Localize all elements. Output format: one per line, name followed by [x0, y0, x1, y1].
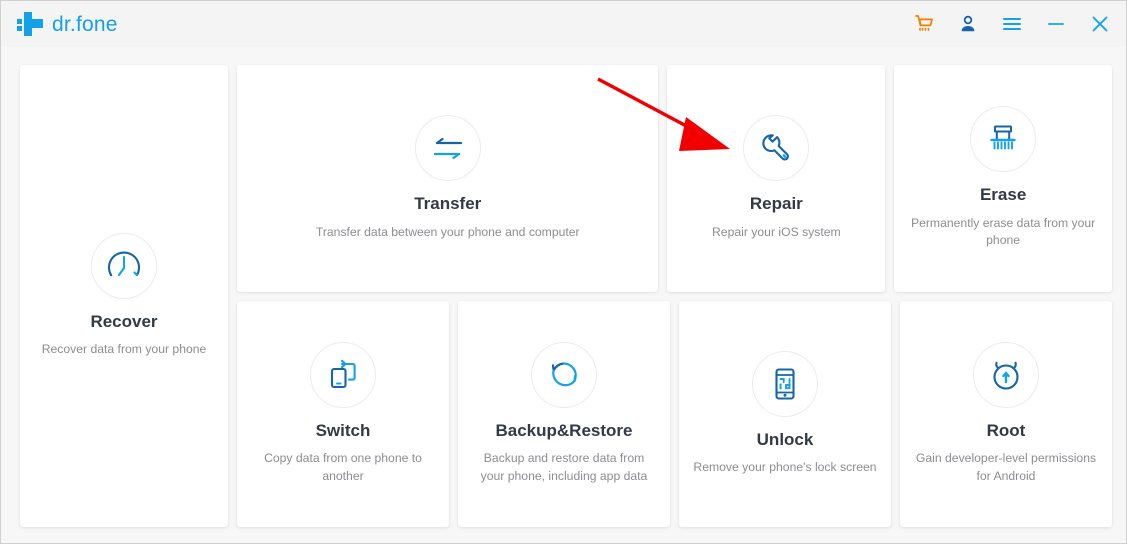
- module-card-unlock[interactable]: Unlock Remove your phone's lock screen: [679, 300, 891, 527]
- module-title: Recover: [90, 311, 158, 331]
- module-description: Repair your iOS system: [712, 224, 841, 239]
- module-grid: Recover Recover data from your phone Tra…: [1, 47, 1126, 543]
- two-way-arrows-icon: [414, 115, 481, 182]
- module-card-backup-restore[interactable]: Backup&Restore Backup and restore data f…: [458, 300, 670, 527]
- title-bar: dr.fone: [1, 1, 1126, 47]
- module-description: Transfer data between your phone and com…: [315, 224, 580, 239]
- cart-icon[interactable]: [912, 12, 936, 36]
- module-title: Backup&Restore: [495, 420, 633, 440]
- left-column: Recover Recover data from your phone: [20, 65, 228, 527]
- phone-pattern-lock-icon: [752, 350, 818, 417]
- module-description: Recover data from your phone: [41, 342, 207, 357]
- module-description: Backup and restore data from your phone,…: [480, 451, 648, 483]
- phone-switch-icon: [310, 341, 376, 408]
- module-title: Transfer: [414, 194, 482, 214]
- window-controls: [912, 12, 1112, 36]
- module-card-recover[interactable]: Recover Recover data from your phone: [20, 65, 228, 527]
- clock-recover-icon: [91, 232, 157, 299]
- close-icon[interactable]: [1088, 12, 1112, 36]
- module-card-switch[interactable]: Switch Copy data from one phone to anoth…: [237, 300, 449, 527]
- module-title: Repair: [749, 194, 803, 214]
- module-card-repair[interactable]: Repair Repair your iOS system: [667, 65, 886, 292]
- module-title: Switch: [315, 420, 371, 440]
- menu-icon[interactable]: [1000, 12, 1024, 36]
- module-row-2: Switch Copy data from one phone to anoth…: [237, 300, 1112, 527]
- right-columns: Transfer Transfer data between your phon…: [237, 65, 1112, 527]
- module-row-1: Transfer Transfer data between your phon…: [237, 65, 1112, 292]
- module-title: Unlock: [756, 429, 814, 449]
- module-title: Root: [986, 420, 1026, 440]
- module-title: Erase: [979, 185, 1027, 205]
- plus-cross-logo-icon: [17, 12, 43, 36]
- account-icon[interactable]: [956, 12, 980, 36]
- module-description: Permanently erase data from your phone: [910, 215, 1096, 248]
- module-card-root[interactable]: Root Gain developer-level permissions fo…: [900, 300, 1112, 527]
- module-card-transfer[interactable]: Transfer Transfer data between your phon…: [237, 65, 659, 292]
- module-card-erase[interactable]: Erase Permanently erase data from your p…: [894, 65, 1112, 292]
- shredder-icon: [970, 106, 1037, 173]
- module-description: Gain developer-level permissions for And…: [915, 451, 1097, 483]
- brand: dr.fone: [17, 12, 118, 36]
- android-root-icon: [973, 341, 1039, 408]
- wrench-icon: [743, 115, 810, 182]
- minimize-icon[interactable]: [1044, 12, 1068, 36]
- brand-name: dr.fone: [52, 12, 118, 36]
- module-description: Remove your phone's lock screen: [693, 460, 877, 475]
- module-description: Copy data from one phone to another: [264, 451, 422, 483]
- circular-refresh-icon: [531, 341, 597, 408]
